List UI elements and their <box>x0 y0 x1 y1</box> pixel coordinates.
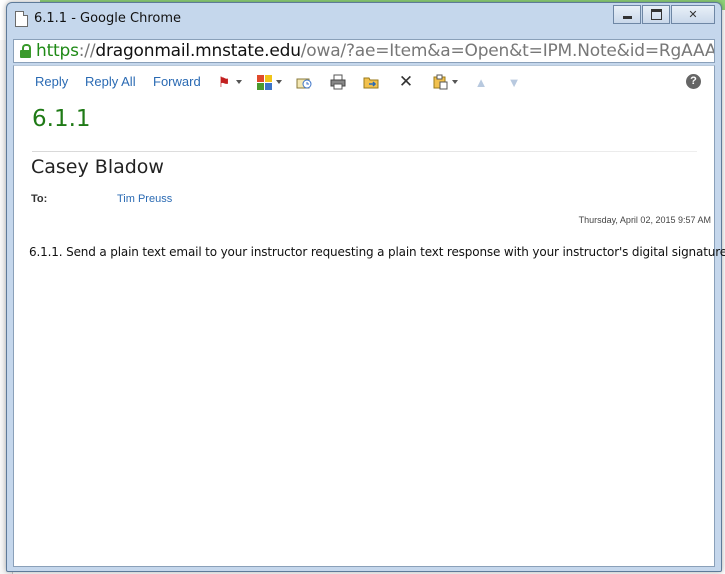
help-icon[interactable]: ? <box>686 74 701 89</box>
delete-icon[interactable]: ✕ <box>398 72 414 91</box>
window-titlebar[interactable]: 6.1.1 - Google Chrome ✕ <box>7 3 721 35</box>
message-timestamp: Thursday, April 02, 2015 9:57 AM <box>578 215 711 225</box>
to-label: To: <box>31 193 48 205</box>
move-to-folder-icon[interactable] <box>363 74 379 90</box>
address-bar[interactable]: https://dragonmail.mnstate.edu/owa/?ae=I… <box>13 39 715 63</box>
junk-dropdown-icon[interactable] <box>452 80 458 84</box>
page-icon <box>15 11 28 27</box>
url-separator: :// <box>78 41 96 61</box>
browser-popup-window: 6.1.1 - Google Chrome ✕ https://dragonma… <box>6 2 725 572</box>
maximize-icon <box>650 9 662 20</box>
recipient-link[interactable]: Tim Preuss <box>117 193 172 205</box>
reply-button[interactable]: Reply <box>35 74 68 89</box>
lock-icon <box>20 44 31 58</box>
window-title: 6.1.1 - Google Chrome <box>34 11 181 26</box>
print-icon[interactable] <box>330 74 346 90</box>
forward-button[interactable]: Forward <box>153 74 201 89</box>
minimize-button[interactable] <box>613 5 641 24</box>
meeting-request-icon[interactable] <box>296 74 312 90</box>
url-text[interactable]: https://dragonmail.mnstate.edu/owa/?ae=I… <box>36 41 715 61</box>
message-subject: 6.1.1 <box>32 106 91 132</box>
message-viewport: Reply Reply All Forward ⚑ ✕ ▲ ▼ ? 6.1.1 … <box>13 65 725 567</box>
close-window-button[interactable]: ✕ <box>671 5 715 24</box>
maximize-button[interactable] <box>642 5 670 24</box>
url-host: dragonmail.mnstate.edu <box>95 41 301 61</box>
close-icon: ✕ <box>688 9 698 21</box>
message-body: 6.1.1. Send a plain text email to your i… <box>29 245 725 259</box>
minimize-icon <box>622 16 632 19</box>
flag-dropdown-icon[interactable] <box>236 80 242 84</box>
next-item-icon[interactable]: ▼ <box>506 74 522 90</box>
junk-options-icon[interactable] <box>432 74 448 90</box>
flag-icon[interactable]: ⚑ <box>216 74 232 90</box>
message-toolbar: Reply Reply All Forward ⚑ ✕ ▲ ▼ ? <box>14 66 714 96</box>
categorize-icon[interactable] <box>256 74 272 90</box>
url-protocol: https <box>36 41 79 61</box>
previous-item-icon[interactable]: ▲ <box>473 74 489 90</box>
url-path: /owa/?ae=Item&a=Open&t=IPM.Note&id=RgAAA… <box>300 41 715 61</box>
categorize-dropdown-icon[interactable] <box>276 80 282 84</box>
header-divider <box>32 151 697 152</box>
window-controls: ✕ <box>612 5 715 24</box>
reply-all-button[interactable]: Reply All <box>85 74 136 89</box>
sender-name: Casey Bladow <box>31 156 164 178</box>
